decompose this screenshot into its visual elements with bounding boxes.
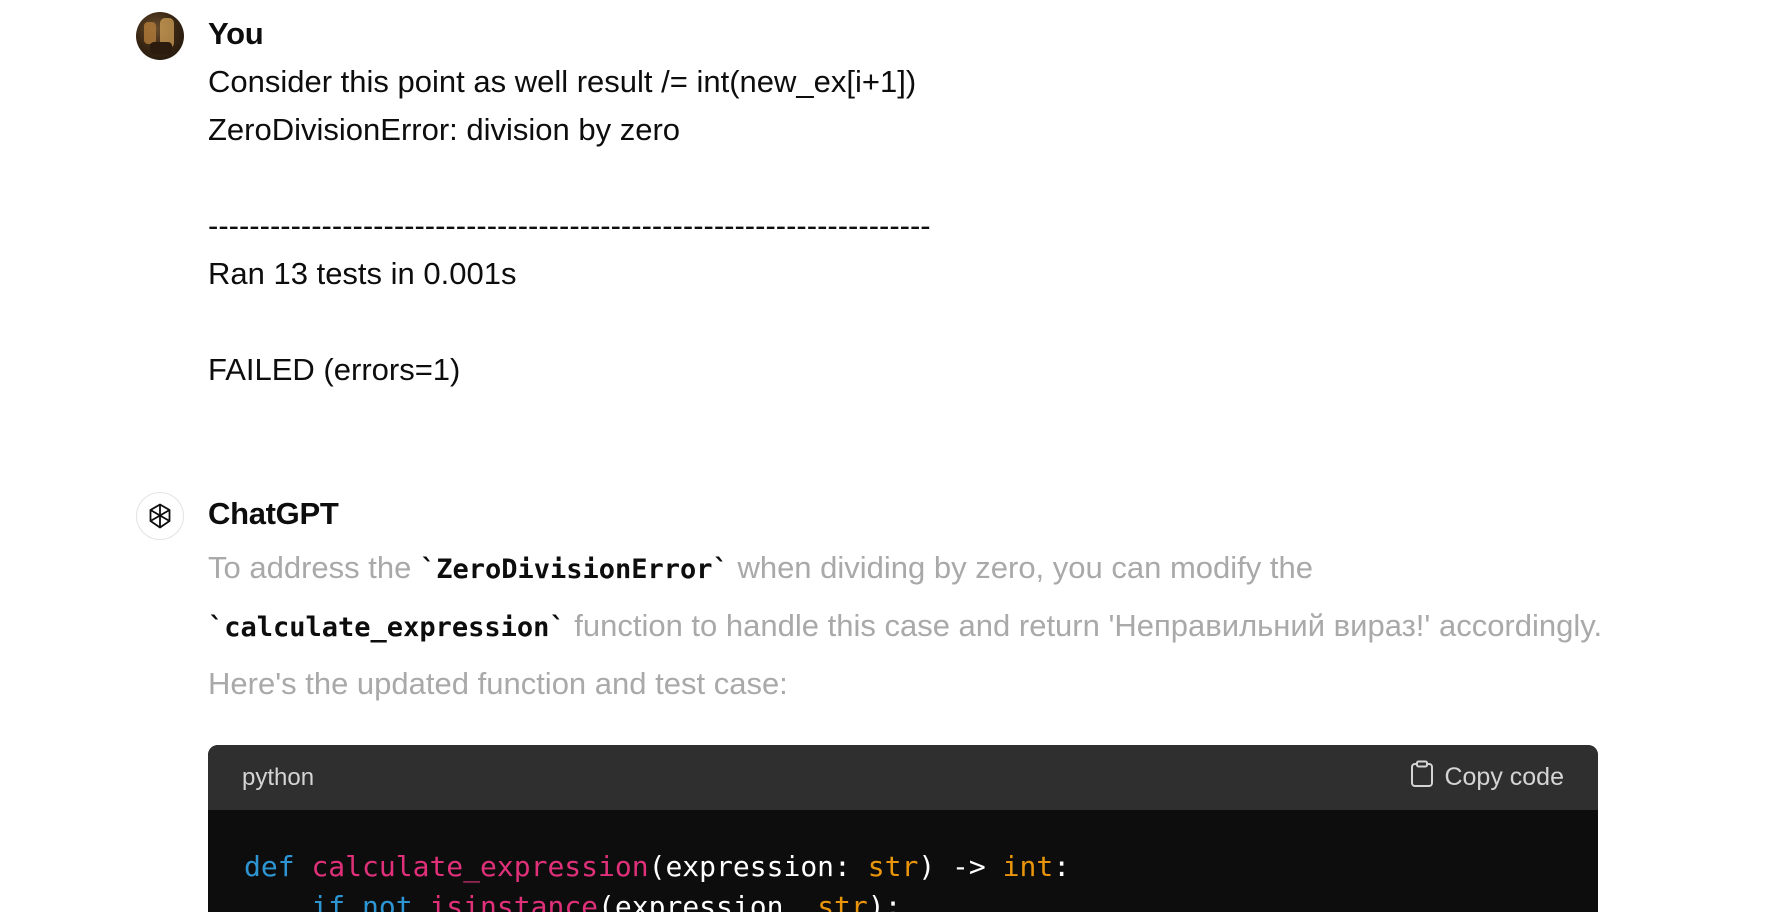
code-token-text: ( — [648, 850, 666, 883]
code-token-keyword: def — [244, 850, 295, 883]
conversation: You Consider this point as well result /… — [0, 0, 1776, 912]
code-block-header: python Copy code — [208, 745, 1598, 810]
code-body: def calculate_expression(expression: str… — [208, 810, 1598, 912]
code-token-text: (expression, — [598, 890, 818, 912]
assistant-message-text: To address the `ZeroDivisionError` when … — [208, 540, 1608, 712]
inline-code: `ZeroDivisionError` — [419, 554, 729, 585]
clipboard-icon — [1410, 760, 1434, 795]
assistant-text-part: To address the — [208, 550, 420, 585]
user-message-line — [208, 154, 931, 202]
code-token-text: ): — [867, 890, 902, 912]
code-token-function: calculate_expression — [311, 850, 649, 883]
user-message-line: Ran 13 tests in 0.001s — [208, 256, 517, 291]
code-token-keyword: not — [362, 890, 413, 912]
inline-code: `calculate_expression` — [208, 612, 566, 643]
code-token-function: isinstance — [429, 890, 599, 912]
code-token-type: str — [817, 890, 868, 912]
assistant-author-name: ChatGPT — [208, 496, 339, 531]
code-line: def calculate_expression(expression: str… — [244, 847, 1562, 887]
user-message-line — [208, 298, 931, 346]
copy-code-button[interactable]: Copy code — [1410, 760, 1564, 795]
assistant-text-part: when dividing by zero, you can modify th… — [728, 550, 1313, 585]
user-message-line: FAILED (errors=1) — [208, 352, 461, 387]
user-message-text: Consider this point as well result /= in… — [208, 58, 931, 394]
code-token-indent — [244, 890, 311, 912]
code-token-text: expression: — [665, 850, 868, 883]
openai-logo-icon — [136, 492, 184, 540]
code-language-label: python — [242, 763, 315, 791]
code-token-text: ) -> — [918, 850, 1003, 883]
user-author-name: You — [208, 16, 264, 51]
code-line: if not isinstance(expression, str): — [244, 887, 1562, 912]
user-message-line: ZeroDivisionError: division by zero — [208, 112, 681, 147]
user-message-line: ----------------------------------------… — [208, 208, 931, 243]
code-token-text: : — [1053, 850, 1071, 883]
user-avatar[interactable] — [136, 12, 184, 60]
copy-code-label: Copy code — [1444, 763, 1564, 791]
code-token-type: int — [1002, 850, 1054, 883]
code-token-keyword: if — [311, 890, 346, 912]
user-message-line: Consider this point as well result /= in… — [208, 64, 917, 99]
code-token-type: str — [867, 850, 919, 883]
code-block: python Copy code def calculate_expressio… — [208, 745, 1598, 912]
